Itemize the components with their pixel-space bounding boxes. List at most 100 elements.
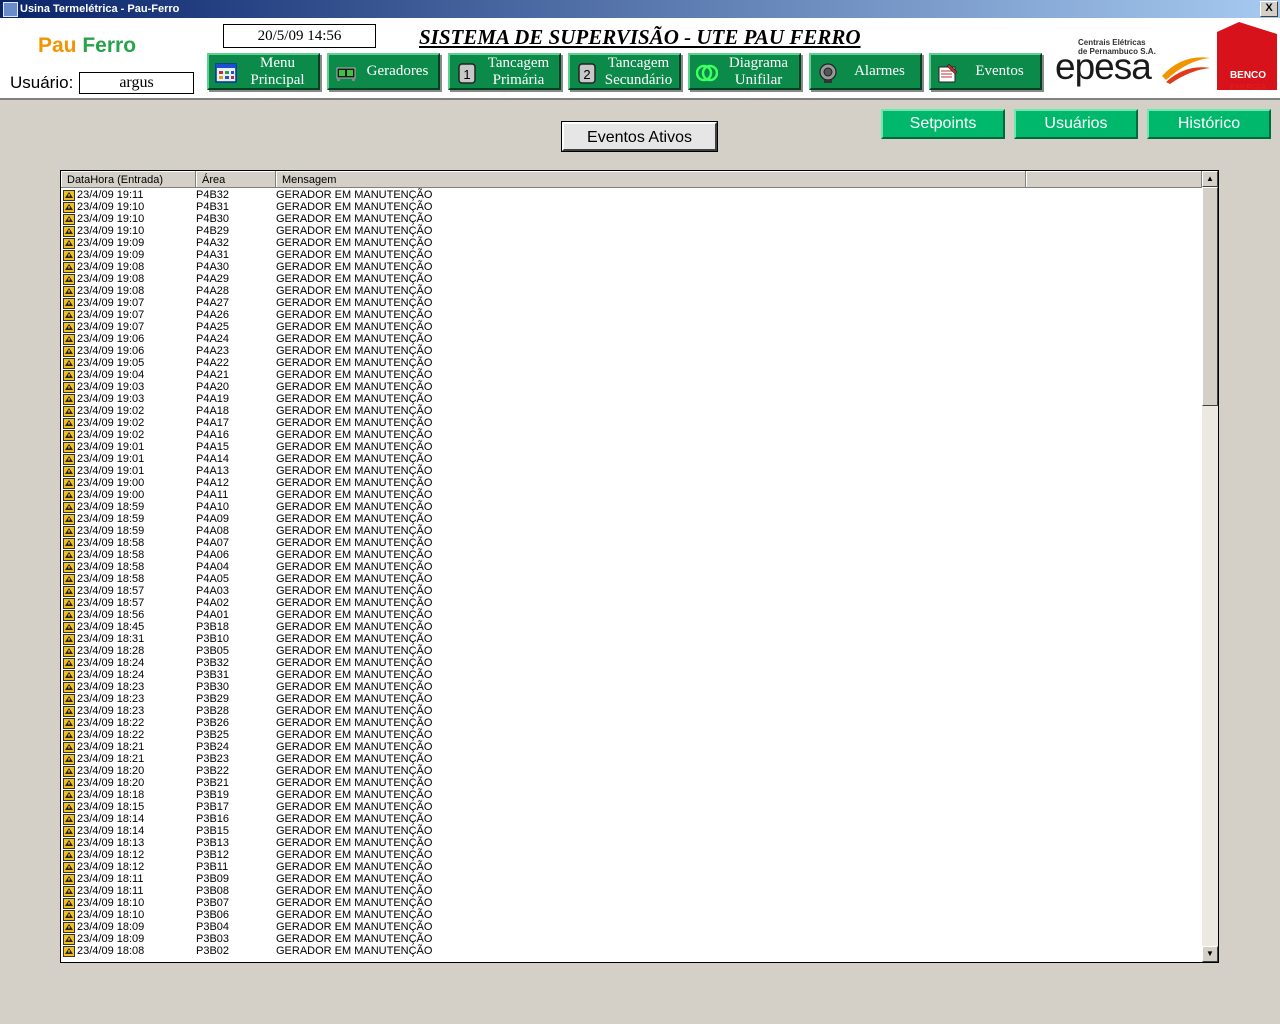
table-row[interactable]: 23/4/09 19:02 P4A16 GERADOR EM MANUTENÇÃO bbox=[61, 429, 1202, 441]
column-header-area[interactable]: Área bbox=[196, 171, 276, 188]
table-row[interactable]: 23/4/09 18:20 P3B21 GERADOR EM MANUTENÇÃO bbox=[61, 777, 1202, 789]
table-row[interactable]: 23/4/09 18:12 P3B12 GERADOR EM MANUTENÇÃO bbox=[61, 849, 1202, 861]
table-row[interactable]: 23/4/09 19:09 P4A31 GERADOR EM MANUTENÇÃO bbox=[61, 249, 1202, 261]
event-area: P3B06 bbox=[196, 909, 230, 921]
table-row[interactable]: 23/4/09 19:09 P4A32 GERADOR EM MANUTENÇÃO bbox=[61, 237, 1202, 249]
event-area: P4A11 bbox=[196, 489, 229, 501]
table-row[interactable]: 23/4/09 18:12 P3B11 GERADOR EM MANUTENÇÃO bbox=[61, 861, 1202, 873]
column-header-datetime[interactable]: DataHora (Entrada) bbox=[61, 171, 196, 188]
table-row[interactable]: 23/4/09 18:56 P4A01 GERADOR EM MANUTENÇÃO bbox=[61, 609, 1202, 621]
event-area: P4A06 bbox=[196, 549, 230, 561]
scroll-down-icon[interactable]: ▼ bbox=[1202, 946, 1218, 962]
table-row[interactable]: 23/4/09 19:01 P4A15 GERADOR EM MANUTENÇÃO bbox=[61, 441, 1202, 453]
nav-tancagem-primaria-button[interactable]: 1 Tancagem Primária bbox=[448, 53, 561, 90]
table-row[interactable]: 23/4/09 19:10 P4B29 GERADOR EM MANUTENÇÃO bbox=[61, 225, 1202, 237]
table-row[interactable]: 23/4/09 19:00 P4A12 GERADOR EM MANUTENÇÃO bbox=[61, 477, 1202, 489]
table-row[interactable]: 23/4/09 18:23 P3B29 GERADOR EM MANUTENÇÃO bbox=[61, 693, 1202, 705]
table-row[interactable]: 23/4/09 18:24 P3B32 GERADOR EM MANUTENÇÃO bbox=[61, 657, 1202, 669]
event-area: P4A15 bbox=[196, 441, 230, 453]
table-row[interactable]: 23/4/09 18:11 P3B09 GERADOR EM MANUTENÇÃO bbox=[61, 873, 1202, 885]
table-row[interactable]: 23/4/09 19:08 P4A30 GERADOR EM MANUTENÇÃO bbox=[61, 261, 1202, 273]
table-row[interactable]: 23/4/09 18:13 P3B13 GERADOR EM MANUTENÇÃO bbox=[61, 837, 1202, 849]
active-events-button[interactable]: Eventos Ativos bbox=[561, 121, 718, 152]
table-row[interactable]: 23/4/09 19:02 P4A17 GERADOR EM MANUTENÇÃO bbox=[61, 417, 1202, 429]
nav-alarmes-button[interactable]: Alarmes bbox=[809, 53, 922, 90]
table-row[interactable]: 23/4/09 19:02 P4A18 GERADOR EM MANUTENÇÃO bbox=[61, 405, 1202, 417]
table-row[interactable]: 23/4/09 19:00 P4A11 GERADOR EM MANUTENÇÃO bbox=[61, 489, 1202, 501]
events-list[interactable]: DataHora (Entrada) Área Mensagem 23/4/09… bbox=[60, 170, 1219, 963]
scroll-up-icon[interactable]: ▲ bbox=[1202, 171, 1218, 187]
table-row[interactable]: 23/4/09 19:03 P4A20 GERADOR EM MANUTENÇÃO bbox=[61, 381, 1202, 393]
usuarios-button[interactable]: Usuários bbox=[1014, 109, 1138, 139]
table-row[interactable]: 23/4/09 19:03 P4A19 GERADOR EM MANUTENÇÃO bbox=[61, 393, 1202, 405]
scroll-thumb[interactable] bbox=[1202, 187, 1218, 406]
event-message: GERADOR EM MANUTENÇÃO bbox=[276, 585, 433, 597]
close-button[interactable]: X bbox=[1260, 1, 1278, 17]
table-row[interactable]: 23/4/09 18:57 P4A03 GERADOR EM MANUTENÇÃO bbox=[61, 585, 1202, 597]
table-row[interactable]: 23/4/09 18:15 P3B17 GERADOR EM MANUTENÇÃO bbox=[61, 801, 1202, 813]
table-row[interactable]: 23/4/09 18:09 P3B04 GERADOR EM MANUTENÇÃO bbox=[61, 921, 1202, 933]
event-datetime: 23/4/09 18:45 bbox=[77, 621, 145, 633]
window-title: Usina Termelétrica - Pau-Ferro bbox=[20, 3, 180, 15]
table-row[interactable]: 23/4/09 18:58 P4A04 GERADOR EM MANUTENÇÃO bbox=[61, 561, 1202, 573]
event-warning-icon bbox=[63, 466, 75, 477]
table-row[interactable]: 23/4/09 19:08 P4A29 GERADOR EM MANUTENÇÃO bbox=[61, 273, 1202, 285]
event-message: GERADOR EM MANUTENÇÃO bbox=[276, 741, 433, 753]
table-row[interactable]: 23/4/09 19:01 P4A14 GERADOR EM MANUTENÇÃO bbox=[61, 453, 1202, 465]
table-row[interactable]: 23/4/09 18:14 P3B15 GERADOR EM MANUTENÇÃO bbox=[61, 825, 1202, 837]
column-header-message[interactable]: Mensagem bbox=[276, 171, 1026, 188]
table-row[interactable]: 23/4/09 18:57 P4A02 GERADOR EM MANUTENÇÃO bbox=[61, 597, 1202, 609]
table-row[interactable]: 23/4/09 18:23 P3B28 GERADOR EM MANUTENÇÃO bbox=[61, 705, 1202, 717]
table-row[interactable]: 23/4/09 19:06 P4A23 GERADOR EM MANUTENÇÃO bbox=[61, 345, 1202, 357]
table-row[interactable]: 23/4/09 18:08 P3B02 GERADOR EM MANUTENÇÃO bbox=[61, 945, 1202, 957]
table-row[interactable]: 23/4/09 19:08 P4A28 GERADOR EM MANUTENÇÃO bbox=[61, 285, 1202, 297]
table-row[interactable]: 23/4/09 18:59 P4A08 GERADOR EM MANUTENÇÃO bbox=[61, 525, 1202, 537]
nav-tancagem-secundario-button[interactable]: 2 Tancagem Secundário bbox=[568, 53, 681, 90]
table-row[interactable]: 23/4/09 18:22 P3B26 GERADOR EM MANUTENÇÃO bbox=[61, 717, 1202, 729]
table-row[interactable]: 23/4/09 18:20 P3B22 GERADOR EM MANUTENÇÃO bbox=[61, 765, 1202, 777]
event-datetime: 23/4/09 19:01 bbox=[77, 441, 145, 453]
vertical-scrollbar[interactable]: ▲ ▼ bbox=[1202, 171, 1218, 962]
table-row[interactable]: 23/4/09 19:05 P4A22 GERADOR EM MANUTENÇÃO bbox=[61, 357, 1202, 369]
table-row[interactable]: 23/4/09 19:10 P4B30 GERADOR EM MANUTENÇÃO bbox=[61, 213, 1202, 225]
table-row[interactable]: 23/4/09 18:28 P3B05 GERADOR EM MANUTENÇÃO bbox=[61, 645, 1202, 657]
event-datetime: 23/4/09 18:13 bbox=[77, 837, 145, 849]
table-row[interactable]: 23/4/09 18:24 P3B31 GERADOR EM MANUTENÇÃO bbox=[61, 669, 1202, 681]
table-row[interactable]: 23/4/09 18:58 P4A06 GERADOR EM MANUTENÇÃO bbox=[61, 549, 1202, 561]
event-message: GERADOR EM MANUTENÇÃO bbox=[276, 537, 433, 549]
table-row[interactable]: 23/4/09 18:14 P3B16 GERADOR EM MANUTENÇÃO bbox=[61, 813, 1202, 825]
table-row[interactable]: 23/4/09 18:09 P3B03 GERADOR EM MANUTENÇÃO bbox=[61, 933, 1202, 945]
table-row[interactable]: 23/4/09 19:10 P4B31 GERADOR EM MANUTENÇÃO bbox=[61, 201, 1202, 213]
table-row[interactable]: 23/4/09 19:11 P4B32 GERADOR EM MANUTENÇÃO bbox=[61, 189, 1202, 201]
table-row[interactable]: 23/4/09 18:18 P3B19 GERADOR EM MANUTENÇÃO bbox=[61, 789, 1202, 801]
setpoints-button[interactable]: Setpoints bbox=[881, 109, 1005, 139]
table-row[interactable]: 23/4/09 18:23 P3B30 GERADOR EM MANUTENÇÃO bbox=[61, 681, 1202, 693]
table-row[interactable]: 23/4/09 18:22 P3B25 GERADOR EM MANUTENÇÃO bbox=[61, 729, 1202, 741]
table-row[interactable]: 23/4/09 18:59 P4A10 GERADOR EM MANUTENÇÃO bbox=[61, 501, 1202, 513]
nav-eventos-button[interactable]: Eventos bbox=[929, 53, 1042, 90]
table-row[interactable]: 23/4/09 18:10 P3B07 GERADOR EM MANUTENÇÃO bbox=[61, 897, 1202, 909]
table-row[interactable]: 23/4/09 19:07 P4A25 GERADOR EM MANUTENÇÃO bbox=[61, 321, 1202, 333]
nav-diagrama-unifilar-button[interactable]: Diagrama Unifilar bbox=[688, 53, 801, 90]
nav-menu-principal-button[interactable]: Menu Principal bbox=[207, 53, 320, 90]
historico-button[interactable]: Histórico bbox=[1147, 109, 1271, 139]
event-datetime: 23/4/09 18:59 bbox=[77, 513, 145, 525]
table-row[interactable]: 23/4/09 18:21 P3B23 GERADOR EM MANUTENÇÃO bbox=[61, 753, 1202, 765]
table-row[interactable]: 23/4/09 19:04 P4A21 GERADOR EM MANUTENÇÃO bbox=[61, 369, 1202, 381]
event-datetime: 23/4/09 18:23 bbox=[77, 705, 145, 717]
table-row[interactable]: 23/4/09 18:59 P4A09 GERADOR EM MANUTENÇÃO bbox=[61, 513, 1202, 525]
table-row[interactable]: 23/4/09 18:11 P3B08 GERADOR EM MANUTENÇÃO bbox=[61, 885, 1202, 897]
table-row[interactable]: 23/4/09 18:10 P3B06 GERADOR EM MANUTENÇÃO bbox=[61, 909, 1202, 921]
table-row[interactable]: 23/4/09 19:07 P4A26 GERADOR EM MANUTENÇÃO bbox=[61, 309, 1202, 321]
table-row[interactable]: 23/4/09 19:06 P4A24 GERADOR EM MANUTENÇÃO bbox=[61, 333, 1202, 345]
table-row[interactable]: 23/4/09 18:58 P4A07 GERADOR EM MANUTENÇÃO bbox=[61, 537, 1202, 549]
nav-geradores-button[interactable]: Geradores bbox=[327, 53, 440, 90]
table-row[interactable]: 23/4/09 18:45 P3B18 GERADOR EM MANUTENÇÃO bbox=[61, 621, 1202, 633]
table-row[interactable]: 23/4/09 18:31 P3B10 GERADOR EM MANUTENÇÃO bbox=[61, 633, 1202, 645]
event-datetime: 23/4/09 18:56 bbox=[77, 609, 145, 621]
table-row[interactable]: 23/4/09 18:58 P4A05 GERADOR EM MANUTENÇÃO bbox=[61, 573, 1202, 585]
table-row[interactable]: 23/4/09 19:01 P4A13 GERADOR EM MANUTENÇÃO bbox=[61, 465, 1202, 477]
event-warning-icon bbox=[63, 190, 75, 201]
table-row[interactable]: 23/4/09 18:21 P3B24 GERADOR EM MANUTENÇÃO bbox=[61, 741, 1202, 753]
table-row[interactable]: 23/4/09 19:07 P4A27 GERADOR EM MANUTENÇÃO bbox=[61, 297, 1202, 309]
